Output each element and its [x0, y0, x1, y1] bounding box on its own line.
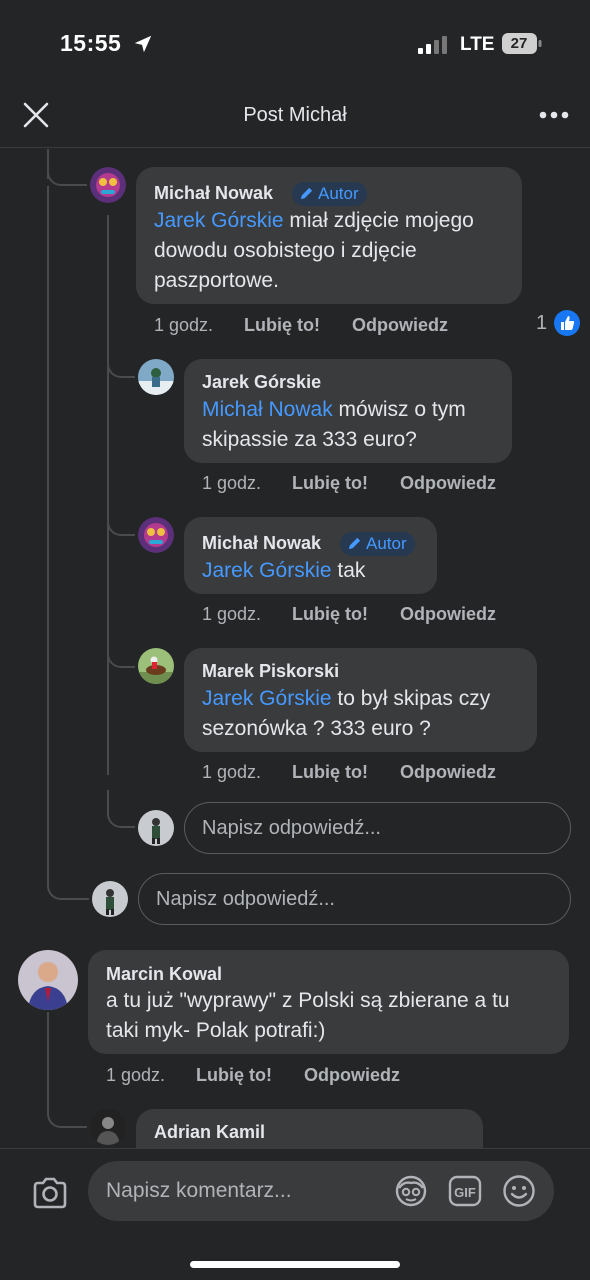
avatar[interactable]: [138, 359, 174, 395]
avatar: [138, 810, 174, 846]
like-button[interactable]: Lubię to!: [292, 473, 368, 494]
thread-connector: [107, 790, 135, 828]
status-time: 15:55: [60, 30, 122, 56]
comment-time: 1 godz.: [202, 473, 262, 493]
signal-icon: [418, 36, 447, 54]
home-indicator[interactable]: [190, 1261, 400, 1268]
like-button[interactable]: Lubię to!: [292, 604, 368, 625]
avatar-sticker-icon[interactable]: [394, 1174, 428, 1208]
comment-text: Michał Nowak mówisz o tym skipassie za 3…: [202, 395, 502, 455]
comment-input-placeholder: Napisz komentarz...: [106, 1179, 292, 1202]
status-bar: 15:55 LTE 27: [0, 0, 590, 88]
avatar[interactable]: [138, 517, 174, 553]
avatar[interactable]: [138, 648, 174, 684]
svg-text:GIF: GIF: [454, 1185, 476, 1200]
reply-input-placeholder: Napisz odpowiedź...: [202, 817, 381, 839]
mention-link[interactable]: Jarek Górskie: [154, 209, 284, 232]
emoji-icon[interactable]: [502, 1174, 536, 1208]
thread-connector: [47, 860, 89, 900]
like-button[interactable]: Lubię to!: [196, 1065, 272, 1086]
comment-text-line: dowodu osobistego i zdjęcie: [154, 239, 417, 262]
comment-author[interactable]: Michał Nowak: [202, 533, 321, 554]
reply-button[interactable]: Odpowiedz: [400, 604, 496, 625]
thread-connector: [107, 350, 135, 378]
thread-connector: [47, 160, 87, 186]
mention-link[interactable]: Michał Nowak: [202, 398, 333, 421]
like-thumb-icon: [554, 310, 580, 336]
battery-level: 27: [510, 35, 528, 52]
comment-time: 1 godz.: [106, 1065, 166, 1085]
author-badge-label: Autor: [318, 184, 359, 203]
comment-author[interactable]: Adrian Kamil: [154, 1122, 265, 1143]
location-arrow-icon: [134, 35, 152, 53]
avatar[interactable]: [90, 167, 126, 203]
thread-connector: [107, 508, 135, 536]
reply-input-placeholder: Napisz odpowiedź...: [156, 888, 335, 910]
reply-button[interactable]: Odpowiedz: [352, 315, 448, 336]
comment-text-line: tak: [331, 559, 366, 582]
pencil-icon: [348, 537, 361, 550]
reply-button[interactable]: Odpowiedz: [400, 473, 496, 494]
comment-text-line: sezonówka ? 333 euro ?: [202, 717, 431, 740]
author-badge-label: Autor: [366, 534, 407, 553]
comment-time: 1 godz.: [202, 762, 262, 782]
comment-text: Jarek Górskie miał zdjęcie mojego dowodu…: [154, 206, 514, 296]
like-button[interactable]: Lubię to!: [292, 762, 368, 783]
camera-icon[interactable]: [32, 1177, 68, 1209]
comment-text-line: a tu już "wyprawy" z Polski są zbierane …: [106, 989, 510, 1012]
comment-input[interactable]: Napisz komentarz... GIF: [88, 1161, 554, 1221]
thread-line: [107, 215, 109, 775]
comment-text: Jarek Górskie to był skipas czy sezonówk…: [202, 684, 532, 744]
comment-author[interactable]: Jarek Górskie: [202, 372, 321, 393]
comment-author[interactable]: Marcin Kowal: [106, 964, 222, 985]
thread-connector: [107, 640, 135, 668]
thread-connector: [47, 1098, 87, 1128]
reply-button[interactable]: Odpowiedz: [400, 762, 496, 783]
avatar[interactable]: [90, 1109, 126, 1145]
page-title: Post Michał: [243, 104, 347, 126]
comment-time: 1 godz.: [202, 604, 262, 624]
avatar: [92, 881, 128, 917]
more-icon[interactable]: [538, 110, 570, 120]
author-badge: Autor: [292, 182, 367, 206]
comment-text: a tu już "wyprawy" z Polski są zbierane …: [106, 986, 566, 1046]
comment-text-line: miał zdjęcie mojego: [283, 209, 474, 232]
pencil-icon: [300, 187, 313, 200]
comment-time: 1 godz.: [154, 315, 214, 335]
comment-text-line: mówisz o tym: [332, 398, 466, 421]
comment-text-line: taki myk- Polak potrafi:): [106, 1019, 326, 1042]
thread-line: [47, 1012, 49, 1102]
author-badge: Autor: [340, 532, 415, 556]
comment-text-line: skipassie za 333 euro?: [202, 428, 417, 451]
comment-composer: Napisz komentarz... GIF: [0, 1148, 590, 1280]
reaction-count-number: 1: [536, 312, 548, 334]
comment-text: Jarek Górskie tak: [202, 556, 432, 586]
comment-text-line: to był skipas czy: [331, 687, 491, 710]
network-type: LTE: [460, 34, 495, 55]
top-nav: Post Michał: [0, 88, 590, 148]
comment-author[interactable]: Marek Piskorski: [202, 661, 339, 682]
comment-text-line: paszportowe.: [154, 269, 279, 292]
avatar[interactable]: [18, 950, 78, 1010]
like-button[interactable]: Lubię to!: [244, 315, 320, 336]
mention-link[interactable]: Jarek Górskie: [202, 559, 332, 582]
gif-icon[interactable]: GIF: [448, 1174, 482, 1208]
thread-line: [47, 186, 49, 876]
comment-author[interactable]: Michał Nowak: [154, 183, 273, 204]
mention-link[interactable]: Jarek Górskie: [202, 687, 332, 710]
reply-button[interactable]: Odpowiedz: [304, 1065, 400, 1086]
reply-input[interactable]: Napisz odpowiedź...: [138, 873, 571, 925]
reply-input[interactable]: Napisz odpowiedź...: [184, 802, 571, 854]
